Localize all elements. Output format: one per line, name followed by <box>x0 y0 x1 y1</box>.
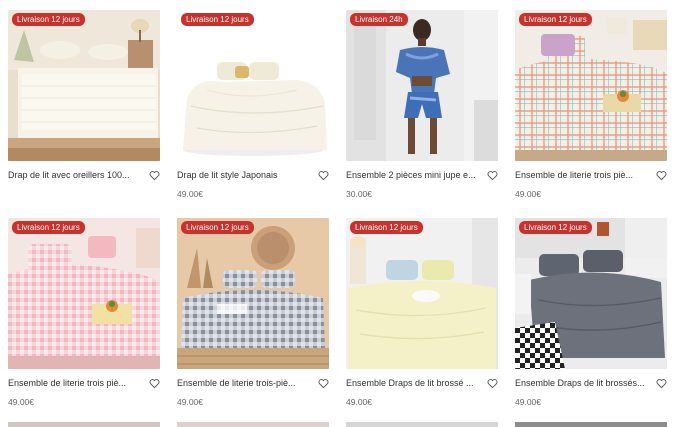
product-image[interactable] <box>8 10 160 161</box>
delivery-badge: Livraison 12 jours <box>12 13 85 26</box>
product-price: 49.00€ <box>515 189 541 199</box>
product-grid: Livraison 12 jours Drap de lit avec orei… <box>0 0 689 427</box>
product-image[interactable] <box>177 10 329 161</box>
product-title[interactable]: Ensemble de literie trois piè... <box>515 169 653 182</box>
product-price: 49.00€ <box>8 397 34 407</box>
delivery-badge: Livraison 12 jours <box>519 13 592 26</box>
product-price: 49.00€ <box>177 189 203 199</box>
delivery-badge: Livraison 12 jours <box>350 221 423 234</box>
product-image[interactable] <box>346 10 498 161</box>
heart-outline-icon[interactable] <box>656 378 667 389</box>
product-image[interactable] <box>177 218 329 369</box>
product-title[interactable]: Drap de lit style Japonais <box>177 169 315 182</box>
heart-outline-icon[interactable] <box>318 378 329 389</box>
delivery-badge: Livraison 12 jours <box>519 221 592 234</box>
product-image-partial[interactable] <box>346 422 498 427</box>
heart-outline-icon[interactable] <box>149 378 160 389</box>
product-title[interactable]: Ensemble Draps de lit brossés... <box>515 377 653 390</box>
product-image[interactable] <box>346 218 498 369</box>
product-image-partial[interactable] <box>177 422 329 427</box>
product-price: 49.00€ <box>515 397 541 407</box>
product-price: 30.00€ <box>346 189 372 199</box>
product-title[interactable]: Ensemble Draps de lit brossé ... <box>346 377 484 390</box>
product-title[interactable]: Ensemble 2 pièces mini jupe e... <box>346 169 484 182</box>
product-price: 49.00€ <box>346 397 372 407</box>
delivery-badge: Livraison 12 jours <box>12 221 85 234</box>
heart-outline-icon[interactable] <box>149 170 160 181</box>
heart-outline-icon[interactable] <box>487 378 498 389</box>
product-title[interactable]: Drap de lit avec oreillers 100... <box>8 169 146 182</box>
product-image[interactable] <box>8 218 160 369</box>
heart-outline-icon[interactable] <box>487 170 498 181</box>
heart-outline-icon[interactable] <box>318 170 329 181</box>
heart-outline-icon[interactable] <box>656 170 667 181</box>
product-title[interactable]: Ensemble de literie trois piè... <box>8 377 146 390</box>
delivery-badge: Livraison 12 jours <box>181 221 254 234</box>
product-image[interactable] <box>515 218 667 369</box>
product-image-partial[interactable] <box>515 422 667 427</box>
product-image[interactable] <box>515 10 667 161</box>
delivery-badge: Livraison 12 jours <box>181 13 254 26</box>
product-price: 49.00€ <box>177 397 203 407</box>
product-title[interactable]: Ensemble de literie trois-piè... <box>177 377 315 390</box>
delivery-badge: Livraison 24h <box>350 13 408 26</box>
product-image-partial[interactable] <box>8 422 160 427</box>
